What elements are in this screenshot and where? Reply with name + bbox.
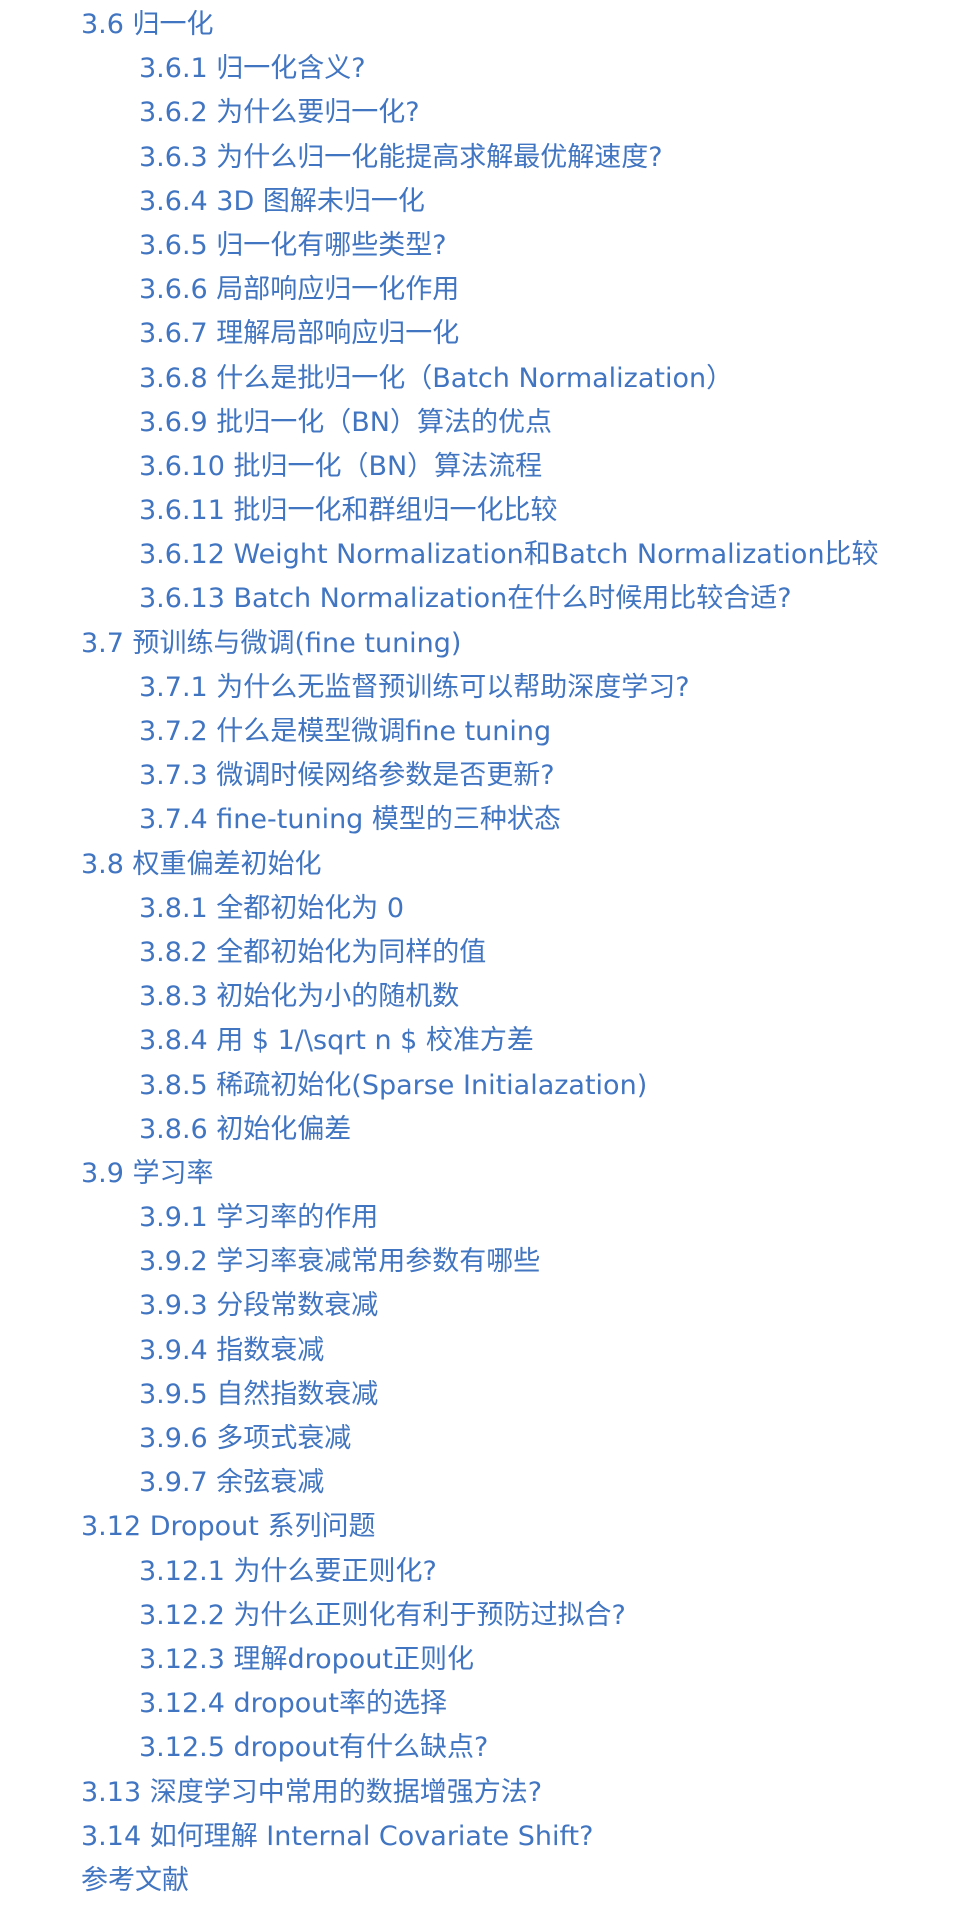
toc-section-link[interactable]: 3.9 学习率	[0, 1152, 964, 1196]
toc-subsection-link[interactable]: 3.8.2 全都初始化为同样的值	[0, 931, 964, 975]
toc-subsection-link[interactable]: 3.12.4 dropout率的选择	[0, 1682, 964, 1726]
toc-subsection-link[interactable]: 3.12.1 为什么要正则化?	[0, 1550, 964, 1594]
toc-subsection-link[interactable]: 3.7.3 微调时候网络参数是否更新?	[0, 754, 964, 798]
toc-subsection-link[interactable]: 3.6.13 Batch Normalization在什么时候用比较合适?	[0, 577, 964, 621]
toc-subsection-link[interactable]: 3.6.11 批归一化和群组归一化比较	[0, 489, 964, 533]
toc-subsection-link[interactable]: 3.8.6 初始化偏差	[0, 1108, 964, 1152]
toc-subsection-link[interactable]: 3.8.3 初始化为小的随机数	[0, 975, 964, 1019]
toc-subsection-link[interactable]: 3.9.2 学习率衰减常用参数有哪些	[0, 1240, 964, 1284]
toc-subsection-link[interactable]: 3.7.2 什么是模型微调fine tuning	[0, 710, 964, 754]
toc-section-link[interactable]: 3.12 Dropout 系列问题	[0, 1505, 964, 1549]
toc-subsection-link[interactable]: 3.6.7 理解局部响应归一化	[0, 312, 964, 356]
toc-subsection-link[interactable]: 3.9.4 指数衰减	[0, 1329, 964, 1373]
toc-subsection-link[interactable]: 3.8.5 稀疏初始化(Sparse Initialazation)	[0, 1064, 964, 1108]
toc-subsection-link[interactable]: 3.7.1 为什么无监督预训练可以帮助深度学习?	[0, 666, 964, 710]
toc-section-link[interactable]: 3.14 如何理解 Internal Covariate Shift?	[0, 1815, 964, 1859]
toc-section-link[interactable]: 3.7 预训练与微调(fine tuning)	[0, 622, 964, 666]
toc-subsection-link[interactable]: 3.6.1 归一化含义?	[0, 47, 964, 91]
toc-subsection-link[interactable]: 3.6.2 为什么要归一化?	[0, 91, 964, 135]
toc-subsection-link[interactable]: 3.6.3 为什么归一化能提高求解最优解速度?	[0, 136, 964, 180]
table-of-contents: 3.6 归一化 3.6.1 归一化含义? 3.6.2 为什么要归一化? 3.6.3 为…	[0, 0, 964, 1903]
toc-subsection-link[interactable]: 3.12.3 理解dropout正则化	[0, 1638, 964, 1682]
toc-subsection-link[interactable]: 3.6.8 什么是批归一化（Batch Normalization）	[0, 357, 964, 401]
toc-subsection-link[interactable]: 3.6.9 批归一化（BN）算法的优点	[0, 401, 964, 445]
toc-subsection-link[interactable]: 3.9.3 分段常数衰减	[0, 1284, 964, 1328]
toc-subsection-link[interactable]: 3.9.5 自然指数衰减	[0, 1373, 964, 1417]
toc-subsection-link[interactable]: 3.9.1 学习率的作用	[0, 1196, 964, 1240]
toc-subsection-link[interactable]: 3.6.4 3D 图解未归一化	[0, 180, 964, 224]
toc-subsection-link[interactable]: 3.9.6 多项式衰减	[0, 1417, 964, 1461]
toc-subsection-link[interactable]: 3.12.5 dropout有什么缺点?	[0, 1726, 964, 1770]
toc-subsection-link[interactable]: 3.6.6 局部响应归一化作用	[0, 268, 964, 312]
toc-section-link[interactable]: 参考文献	[0, 1859, 964, 1903]
toc-subsection-link[interactable]: 3.12.2 为什么正则化有利于预防过拟合?	[0, 1594, 964, 1638]
toc-subsection-link[interactable]: 3.9.7 余弦衰减	[0, 1461, 964, 1505]
toc-section-link[interactable]: 3.13 深度学习中常用的数据增强方法?	[0, 1771, 964, 1815]
toc-subsection-link[interactable]: 3.6.12 Weight Normalization和Batch Normal…	[0, 533, 964, 577]
toc-subsection-link[interactable]: 3.8.4 用 $ 1/\sqrt n $ 校准方差	[0, 1019, 964, 1063]
toc-subsection-link[interactable]: 3.6.10 批归一化（BN）算法流程	[0, 445, 964, 489]
toc-subsection-link[interactable]: 3.8.1 全都初始化为 0	[0, 887, 964, 931]
toc-subsection-link[interactable]: 3.7.4 fine-tuning 模型的三种状态	[0, 798, 964, 842]
toc-section-link[interactable]: 3.8 权重偏差初始化	[0, 843, 964, 887]
toc-section-link[interactable]: 3.6 归一化	[0, 3, 964, 47]
toc-subsection-link[interactable]: 3.6.5 归一化有哪些类型?	[0, 224, 964, 268]
